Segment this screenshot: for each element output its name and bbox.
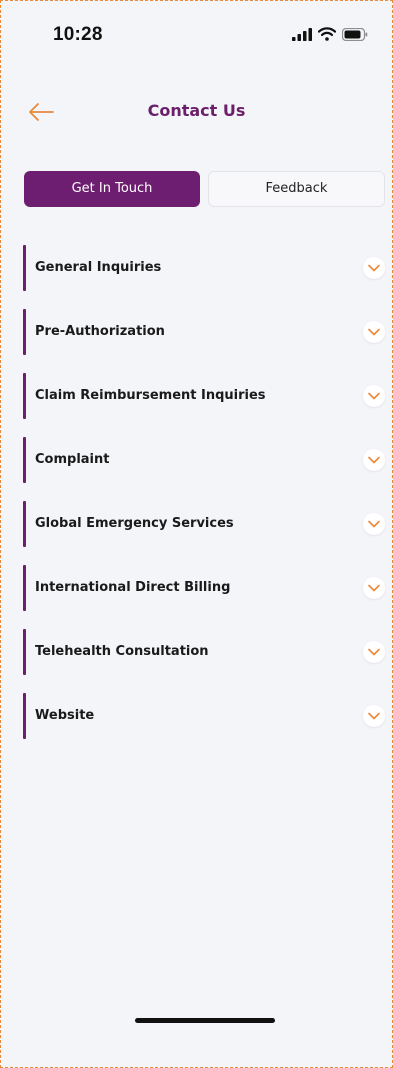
- section-label: Telehealth Consultation: [35, 644, 209, 659]
- section-label: Global Emergency Services: [35, 516, 234, 531]
- accent-bar: [23, 245, 26, 291]
- accent-bar: [23, 501, 26, 547]
- status-bar: 10:28: [1, 1, 392, 61]
- contact-sections-list: General Inquiries Pre-Authorization Clai…: [23, 241, 385, 753]
- section-label: Complaint: [35, 452, 110, 467]
- section-label: Claim Reimbursement Inquiries: [35, 388, 266, 403]
- status-time: 10:28: [53, 24, 103, 45]
- chevron-down-icon[interactable]: [363, 513, 385, 535]
- battery-icon: [341, 27, 368, 46]
- section-claim-reimbursement[interactable]: Claim Reimbursement Inquiries: [23, 369, 385, 433]
- section-label: General Inquiries: [35, 260, 162, 275]
- chevron-down-icon[interactable]: [363, 641, 385, 663]
- section-label: Website: [35, 708, 95, 723]
- accent-bar: [23, 309, 26, 355]
- tab-bar: Get In Touch Feedback: [24, 171, 385, 209]
- accent-bar: [23, 693, 26, 739]
- section-website[interactable]: Website: [23, 689, 385, 753]
- chevron-down-icon[interactable]: [363, 321, 385, 343]
- accent-bar: [23, 565, 26, 611]
- chevron-down-icon[interactable]: [363, 385, 385, 407]
- header: Contact Us: [1, 91, 392, 135]
- home-indicator[interactable]: [135, 1018, 275, 1023]
- section-global-emergency-services[interactable]: Global Emergency Services: [23, 497, 385, 561]
- section-label: International Direct Billing: [35, 580, 231, 595]
- chevron-down-icon[interactable]: [363, 257, 385, 279]
- chevron-down-icon[interactable]: [363, 577, 385, 599]
- section-telehealth-consultation[interactable]: Telehealth Consultation: [23, 625, 385, 689]
- accent-bar: [23, 629, 26, 675]
- contact-us-screen: 10:28 Contact Us Get In Touch Feedback G…: [0, 0, 393, 1068]
- chevron-down-icon[interactable]: [363, 705, 385, 727]
- tab-get-in-touch[interactable]: Get In Touch: [24, 171, 200, 207]
- section-general-inquiries[interactable]: General Inquiries: [23, 241, 385, 305]
- section-label: Pre-Authorization: [35, 324, 165, 339]
- page-title: Contact Us: [147, 101, 246, 120]
- cellular-signal-icon: [292, 27, 312, 46]
- status-icons: [292, 27, 368, 46]
- tab-feedback[interactable]: Feedback: [208, 171, 385, 207]
- accent-bar: [23, 373, 26, 419]
- chevron-down-icon[interactable]: [363, 449, 385, 471]
- accent-bar: [23, 437, 26, 483]
- section-pre-authorization[interactable]: Pre-Authorization: [23, 305, 385, 369]
- section-complaint[interactable]: Complaint: [23, 433, 385, 497]
- wifi-icon: [317, 27, 337, 46]
- section-international-direct-billing[interactable]: International Direct Billing: [23, 561, 385, 625]
